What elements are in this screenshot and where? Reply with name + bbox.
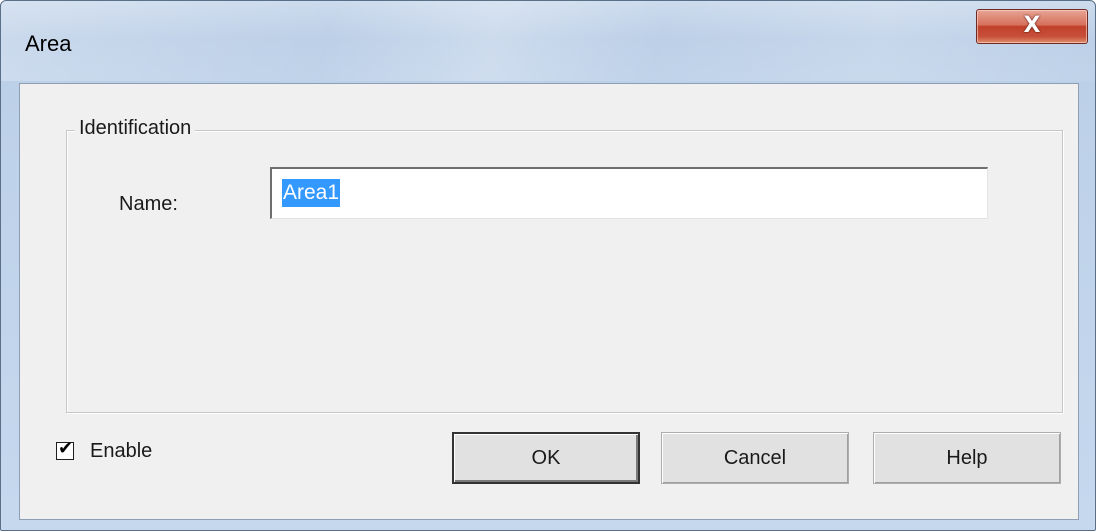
name-input-value: Area1 [282, 179, 341, 207]
close-button[interactable]: X [976, 9, 1088, 44]
ok-button[interactable]: OK [452, 432, 640, 484]
identification-groupbox: Identification Name: Area1 [66, 117, 1063, 413]
name-input[interactable]: Area1 [270, 167, 988, 219]
window-title: Area [25, 31, 72, 56]
dialog-window: Area X Identification Name: Area1 ✔ Enab… [0, 0, 1096, 531]
title-bar[interactable]: Area X [1, 1, 1095, 83]
close-icon: X [1023, 13, 1041, 38]
help-button[interactable]: Help [873, 432, 1061, 484]
enable-label[interactable]: Enable [90, 440, 152, 463]
checkmark-icon: ✔ [58, 438, 74, 459]
cancel-button[interactable]: Cancel [661, 432, 849, 484]
groupbox-legend: Identification [75, 117, 196, 140]
dialog-client-area: Identification Name: Area1 ✔ Enable OK C… [19, 83, 1079, 520]
enable-checkbox[interactable]: ✔ [56, 438, 74, 460]
name-label: Name: [119, 193, 178, 215]
